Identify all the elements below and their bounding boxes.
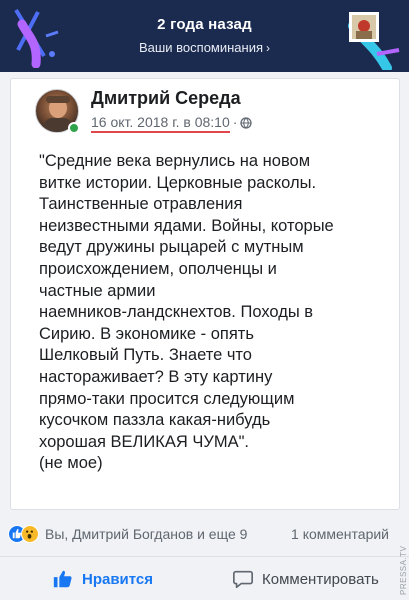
thumbs-up-icon bbox=[53, 570, 72, 588]
globe-icon bbox=[240, 117, 253, 129]
reaction-icons[interactable] bbox=[8, 525, 42, 543]
post-date[interactable]: 16 окт. 2018 г. в 08:10 bbox=[91, 114, 230, 133]
post-card: Дмитрий Середа 16 окт. 2018 г. в 08:10 · … bbox=[10, 78, 400, 510]
memories-subtitle: Ваши воспоминания bbox=[138, 40, 264, 55]
chevron-right-icon: › bbox=[266, 41, 271, 55]
comment-icon bbox=[233, 570, 253, 589]
like-button[interactable]: Нравится bbox=[52, 565, 153, 593]
post-meta: 16 окт. 2018 г. в 08:10 · bbox=[91, 114, 253, 133]
post-text: "Средние века вернулись на новом витке и… bbox=[39, 152, 334, 473]
memories-title: 2 года назад bbox=[157, 16, 252, 33]
wow-reaction-icon bbox=[21, 525, 39, 543]
reaction-names[interactable]: Вы, Дмитрий Богданов и еще 9 bbox=[45, 526, 247, 542]
comment-button[interactable]: Комментировать bbox=[232, 565, 379, 593]
like-label: Нравится bbox=[82, 570, 154, 588]
meta-separator: · bbox=[232, 114, 238, 130]
reactions-bar: Вы, Дмитрий Богданов и еще 9 1 комментар… bbox=[0, 520, 409, 548]
comment-label: Комментировать bbox=[262, 570, 379, 588]
memories-link[interactable]: Ваши воспоминания › bbox=[0, 40, 409, 55]
watermark: PRESSA.TV bbox=[399, 545, 408, 595]
post-actions: Нравится Комментировать bbox=[0, 556, 409, 600]
memories-banner[interactable]: 2 года назад Ваши воспоминания › bbox=[0, 0, 409, 72]
author-name[interactable]: Дмитрий Середа bbox=[91, 88, 241, 109]
online-status-dot bbox=[68, 122, 80, 134]
comments-count[interactable]: 1 комментарий bbox=[291, 526, 389, 542]
